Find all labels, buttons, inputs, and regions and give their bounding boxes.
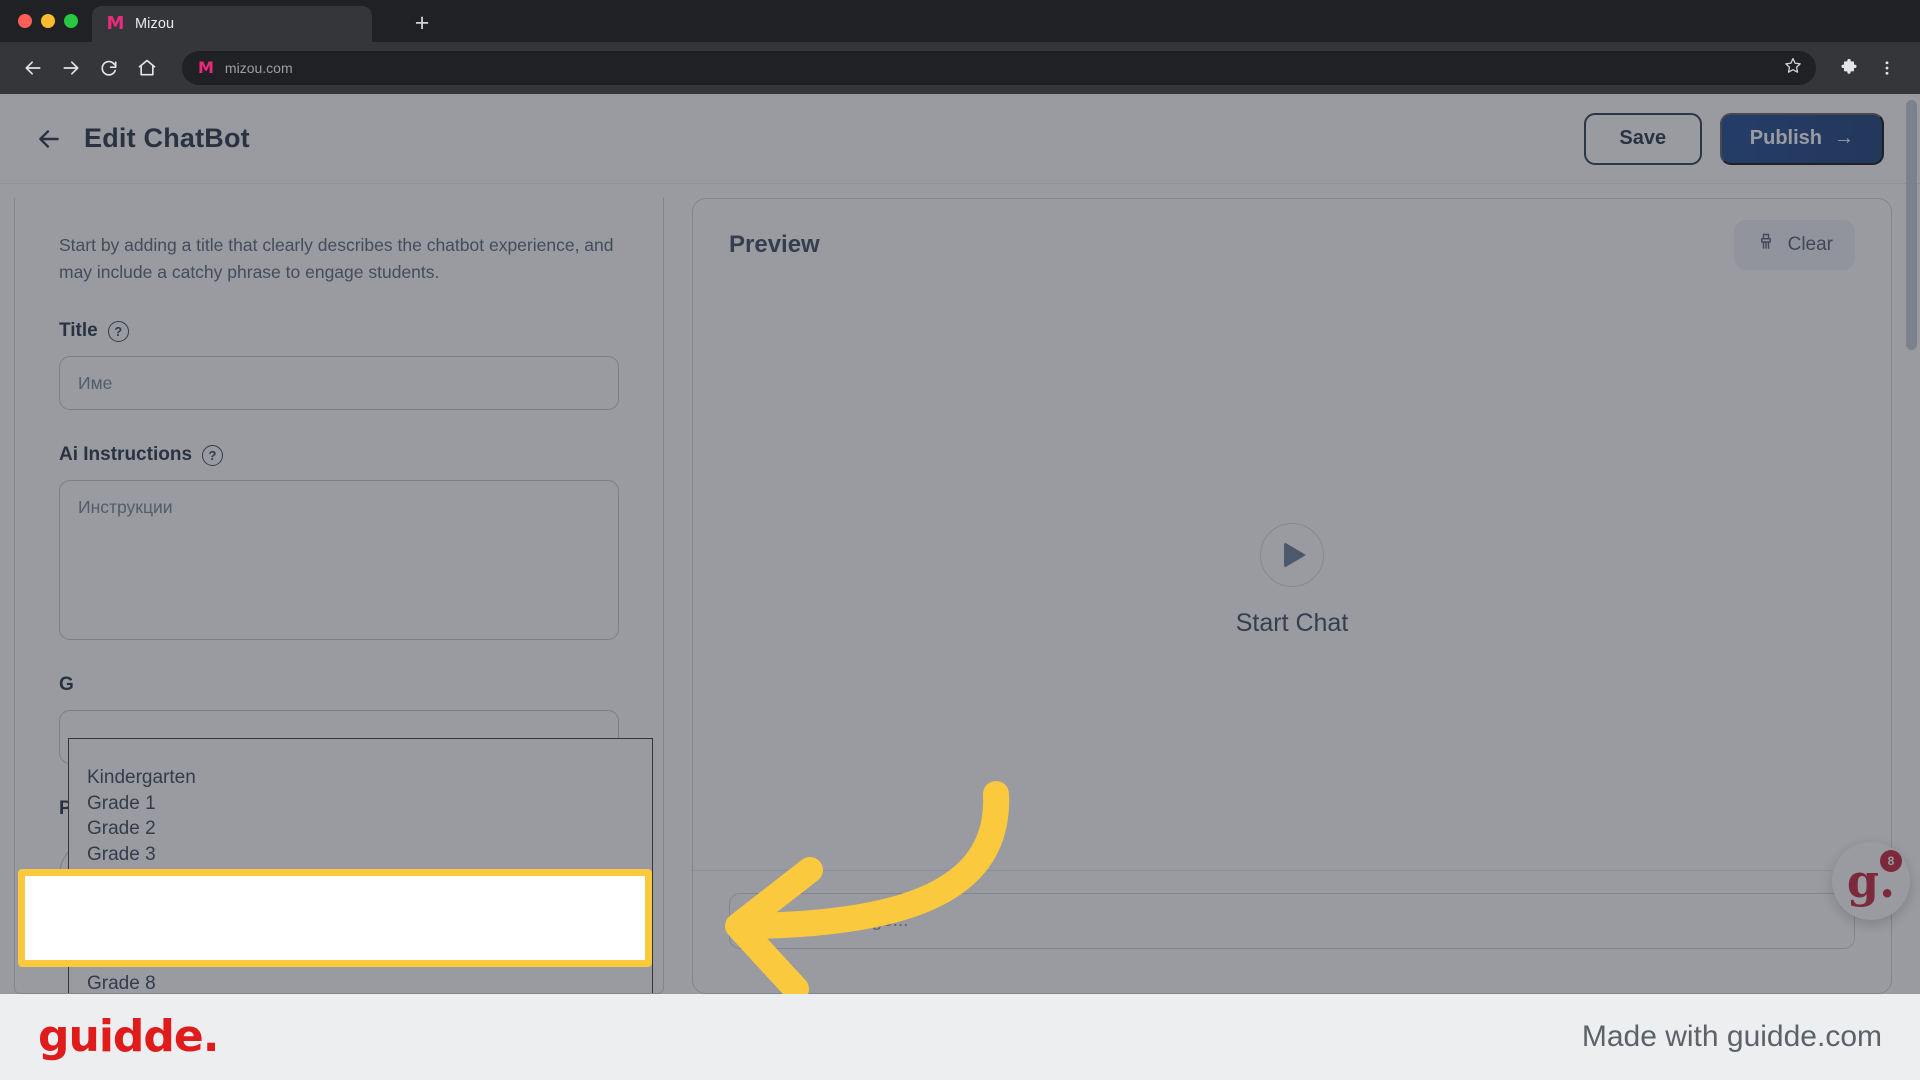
message-input[interactable]: Send a message... xyxy=(729,893,1855,949)
start-chat-label[interactable]: Start Chat xyxy=(1236,609,1349,638)
publish-button[interactable]: Publish → xyxy=(1719,112,1884,165)
page-viewport: Edit ChatBot Save Publish → Start by add… xyxy=(0,94,1920,994)
brush-icon xyxy=(1756,232,1776,258)
guidde-widget-button[interactable]: g. 8 xyxy=(1832,842,1910,920)
instructions-label-text: Ai Instructions xyxy=(59,444,193,466)
home-icon[interactable] xyxy=(130,51,164,85)
title-input[interactable]: Име xyxy=(59,356,619,411)
instructions-textarea-value: Инструкции xyxy=(78,497,173,518)
preview-header: Preview Clear xyxy=(693,199,1891,291)
guidde-footer: guidde. Made with guidde.com xyxy=(0,994,1920,1080)
preview-title: Preview xyxy=(729,231,820,258)
help-icon[interactable]: ? xyxy=(107,320,129,342)
mizou-edit-chatbot-page: Edit ChatBot Save Publish → Start by add… xyxy=(0,94,1920,994)
page-title: Edit ChatBot xyxy=(84,123,250,153)
browser-toolbar: M mizou.com xyxy=(0,42,1920,94)
reload-icon[interactable] xyxy=(92,51,126,85)
dropdown-option[interactable]: Grade 2 xyxy=(69,816,652,842)
clear-button-label: Clear xyxy=(1787,234,1833,255)
preview-empty-state: Start Chat xyxy=(693,291,1891,870)
arrow-right-icon: → xyxy=(1834,127,1854,149)
made-with-guidde-text: Made with guidde.com xyxy=(1581,1020,1882,1053)
dropdown-option[interactable]: Grade 1 xyxy=(69,791,652,817)
instructions-textarea[interactable]: Инструкции xyxy=(59,480,619,641)
address-bar[interactable]: M mizou.com xyxy=(182,51,1816,85)
clear-button[interactable]: Clear xyxy=(1733,220,1855,270)
instructions-field-label: Ai Instructions ? xyxy=(59,444,619,466)
title-field-label: Title ? xyxy=(59,320,619,342)
title-input-value: Име xyxy=(78,372,113,393)
form-helper-text: Start by adding a title that clearly des… xyxy=(59,235,614,283)
header-actions: Save Publish → xyxy=(1583,112,1884,165)
preview-panel: Preview Clear Start Chat Send a message.… xyxy=(692,198,1892,994)
back-arrow-icon[interactable] xyxy=(16,51,50,85)
grade-field-label: G xyxy=(59,674,619,696)
dropdown-option[interactable]: Grade 8 xyxy=(69,971,652,993)
forward-arrow-icon[interactable] xyxy=(54,51,88,85)
help-icon[interactable]: ? xyxy=(202,444,224,466)
browser-tabstrip: M Mizou + xyxy=(0,0,1920,42)
publish-button-label: Publish xyxy=(1749,127,1822,149)
puzzle-icon[interactable] xyxy=(1832,51,1866,85)
browser-tab-title: Mizou xyxy=(135,16,175,32)
window-traffic-lights xyxy=(0,14,92,42)
mizou-m-icon: M xyxy=(198,58,214,77)
browser-tab-mizou[interactable]: M Mizou xyxy=(92,6,372,42)
play-icon[interactable] xyxy=(1260,523,1324,587)
app-header: Edit ChatBot Save Publish → xyxy=(0,94,1920,184)
star-icon[interactable] xyxy=(1784,57,1802,80)
dropdown-option[interactable]: Kindergarten xyxy=(69,765,652,791)
save-button[interactable]: Save xyxy=(1583,112,1702,165)
message-input-placeholder: Send a message... xyxy=(750,910,909,931)
mizou-m-icon: M xyxy=(106,13,125,34)
highlight-box: KindergartenGrade 1Grade 2Grade 3Grade 4… xyxy=(18,869,652,967)
three-dot-menu-icon[interactable] xyxy=(1870,51,1904,85)
page-back-arrow-icon[interactable] xyxy=(36,126,62,152)
minimize-window-button[interactable] xyxy=(41,14,55,28)
preview-footer: Send a message... xyxy=(693,870,1891,993)
address-bar-url: mizou.com xyxy=(224,60,293,76)
guidde-footer-logo: guidde. xyxy=(38,1011,219,1062)
title-label-text: Title xyxy=(59,320,98,342)
dropdown-option[interactable]: Grade 3 xyxy=(69,842,652,868)
new-tab-button[interactable]: + xyxy=(402,8,442,42)
close-window-button[interactable] xyxy=(18,14,32,28)
grade-label-text: G xyxy=(59,674,74,696)
guidde-notification-badge: 8 xyxy=(1880,850,1902,872)
maximize-window-button[interactable] xyxy=(64,14,78,28)
highlight-clip: KindergartenGrade 1Grade 2Grade 3Grade 4… xyxy=(25,876,645,960)
page-scrollbar[interactable] xyxy=(1906,100,1917,350)
browser-window: M Mizou + M mizou.com Edit ChatBot Save … xyxy=(0,0,1920,1080)
